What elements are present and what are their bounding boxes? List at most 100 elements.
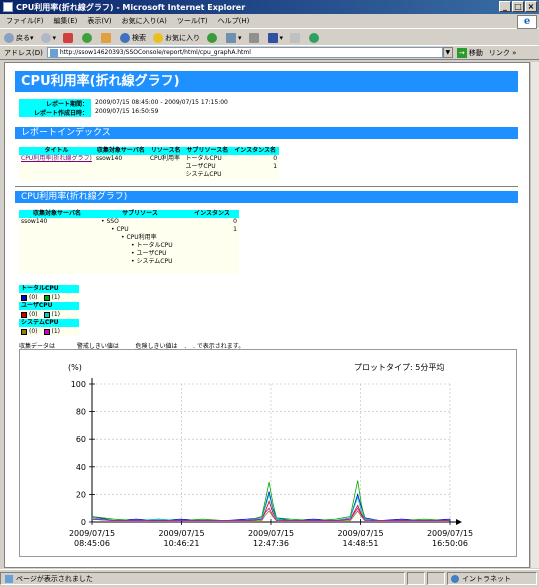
x-tick-time-label: 16:50:06: [432, 539, 468, 548]
ie-app-icon: [3, 2, 13, 12]
links-button[interactable]: リンク »: [489, 48, 517, 58]
y-axis-label: (%): [68, 363, 82, 372]
maximize-button[interactable]: □: [512, 1, 524, 12]
x-tick-date-label: 2009/07/15: [69, 529, 115, 538]
col-server: 収集対象サーバ名: [19, 210, 95, 218]
status-cell: [427, 572, 445, 585]
menu-file[interactable]: ファイル(F): [6, 16, 44, 26]
col-server: 収集対象サーバ名: [93, 147, 148, 155]
legend-row: (0) (1): [19, 310, 79, 319]
vertical-scrollbar[interactable]: [530, 62, 539, 568]
cell-subresources: トータルCPU ユーザCPU システムCPU: [183, 155, 232, 181]
forward-arrow-icon: [40, 32, 51, 43]
history-button[interactable]: [207, 32, 219, 43]
stop-icon: [63, 32, 74, 43]
print-button[interactable]: [248, 32, 261, 43]
forward-button[interactable]: ▾: [40, 32, 56, 43]
menu-favorites[interactable]: お気に入り(A): [122, 16, 167, 26]
mail-icon: [226, 32, 237, 43]
y-tick-label: 0: [81, 518, 86, 527]
menu-view[interactable]: 表示(V): [87, 16, 111, 26]
edit-button[interactable]: ▾: [267, 32, 283, 43]
page-icon: [49, 48, 58, 57]
home-icon: [101, 32, 112, 43]
legend-swatch: [43, 311, 50, 318]
col-title: タイトル: [19, 147, 94, 155]
y-tick-label: 40: [76, 463, 86, 472]
legend-swatch: [43, 328, 50, 335]
index-table: タイトル 収集対象サーバ名 リソース名 サブリソース名 インスタンス名 CPU利…: [19, 147, 280, 181]
menu-tools[interactable]: ツール(T): [177, 16, 208, 26]
y-tick-label: 60: [76, 435, 86, 444]
cell-resource: CPU利用率: [147, 155, 184, 181]
intranet-icon: [451, 574, 459, 583]
plot-type-label: プロットタイプ: 5分平均: [354, 362, 444, 372]
col-resource: リソース名: [147, 147, 184, 155]
go-arrow-icon: →: [456, 47, 467, 58]
menu-edit[interactable]: 編集(E): [54, 16, 78, 26]
refresh-button[interactable]: [82, 32, 94, 43]
report-created-row: レポート作成日時： 2009/07/15 16:50:59: [19, 108, 158, 117]
back-button[interactable]: 戻る ▾: [4, 32, 34, 43]
legend-row: (0) (1): [19, 293, 79, 302]
legend-swatch: [21, 311, 27, 318]
y-tick-label: 100: [71, 380, 86, 389]
index-heading: レポートインデックス: [15, 127, 518, 139]
back-arrow-icon: [4, 32, 14, 43]
legend-swatch: [21, 294, 27, 301]
line-chart-frame: (%) プロットタイプ: 5分平均 0 20 40 60 80 100 2009/07/15…: [19, 349, 517, 557]
col-instance: インスタンス: [185, 210, 239, 218]
x-tick-date-label: 2009/07/15: [158, 529, 204, 538]
table-row: ssow140 SSO CPU CPU利用率 トータルCPU ユーザCPU シス…: [19, 218, 239, 274]
x-tick-date-label: 2009/07/15: [427, 529, 473, 538]
x-tick-time-label: 14:48:51: [343, 539, 379, 548]
mail-button[interactable]: ▾: [226, 32, 242, 43]
history-icon: [207, 32, 218, 43]
legend-swatch: [21, 328, 27, 335]
close-button[interactable]: ×: [525, 1, 537, 12]
page-done-icon: [5, 574, 13, 583]
report-link[interactable]: CPU利用率(折れ線グラフ): [21, 155, 92, 162]
section-header-row: 収集対象サーバ名 サブリソース インスタンス: [19, 210, 239, 218]
stop-button[interactable]: [63, 32, 75, 43]
address-input[interactable]: http://ssow14620393/SSOConsole/report/ht…: [46, 47, 443, 58]
cell-server: ssow140: [93, 155, 148, 181]
window-title: CPU利用率(折れ線グラフ) - Microsoft Internet Expl…: [16, 2, 246, 12]
minimize-button[interactable]: _: [499, 1, 511, 12]
report-period-row: レポート期間： 2009/07/15 08:45:00 - 2009/07/15…: [19, 99, 228, 108]
y-tick-label: 20: [76, 490, 86, 499]
x-axis-arrow: [456, 519, 462, 525]
word-icon: [267, 32, 278, 43]
address-dropdown[interactable]: ▼: [442, 47, 453, 58]
index-header-row: タイトル 収集対象サーバ名 リソース名 サブリソース名 インスタンス名: [19, 147, 280, 155]
cell-server: ssow140: [19, 218, 95, 274]
favorites-button[interactable]: お気に入り: [153, 32, 200, 43]
y-tick-label: 80: [76, 408, 86, 417]
divider: [15, 186, 518, 187]
series-line: [91, 507, 450, 522]
search-button[interactable]: 検索: [120, 32, 146, 43]
toolbar: 戻る ▾ ▾ 検索 お気に入り ▾ ▾: [0, 30, 539, 46]
messenger-button[interactable]: [309, 32, 321, 43]
discuss-icon: [290, 32, 301, 43]
home-button[interactable]: [101, 32, 113, 43]
go-button[interactable]: → 移動: [456, 47, 483, 58]
x-tick-time-label: 10:46:21: [164, 539, 200, 548]
menu-help[interactable]: ヘルプ(H): [218, 16, 250, 26]
legend: トータルCPU (0) (1) ユーザCPU (0) (1) システムCPU (…: [19, 285, 79, 336]
x-tick-time-label: 08:45:06: [74, 539, 110, 548]
refresh-icon: [82, 32, 93, 43]
address-url: http://ssow14620393/SSOConsole/report/ht…: [59, 49, 251, 56]
report-period-label: レポート期間：: [19, 99, 91, 108]
col-instance: インスタンス名: [231, 147, 280, 155]
report-period-value: 2009/07/15 08:45:00 - 2009/07/15 17:15:0…: [95, 99, 228, 106]
menu-bar: ファイル(F) 編集(E) 表示(V) お気に入り(A) ツール(T) ヘルプ(…: [0, 14, 539, 29]
legend-user-cpu: ユーザCPU: [19, 302, 79, 310]
discuss-button[interactable]: [290, 32, 302, 43]
table-row: CPU利用率(折れ線グラフ) ssow140 CPU利用率 トータルCPU ユー…: [19, 155, 280, 181]
line-chart: (%) プロットタイプ: 5分平均 0 20 40 60 80 100 2009/07/15…: [68, 362, 473, 548]
star-icon: [153, 32, 164, 43]
legend-total-cpu: トータルCPU: [19, 285, 79, 293]
legend-system-cpu: システムCPU: [19, 319, 79, 327]
page-content: CPU利用率(折れ線グラフ) レポート期間： 2009/07/15 08:45:…: [4, 62, 530, 568]
